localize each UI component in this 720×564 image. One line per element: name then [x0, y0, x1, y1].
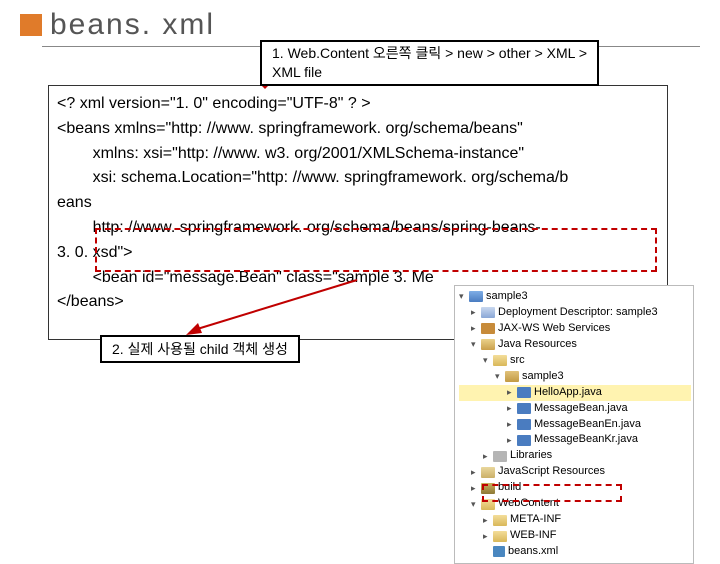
project-explorer: ▾sample3 ▸Deployment Descriptor: sample3…: [454, 285, 694, 564]
tree-item[interactable]: ▸MessageBean.java: [459, 401, 691, 417]
tree-item[interactable]: ▾src: [459, 353, 691, 369]
tree-item[interactable]: ▸JAX-WS Web Services: [459, 321, 691, 337]
tree-label: build: [498, 480, 521, 496]
callout-step-1: 1. Web.Content 오른쪽 클릭 > new > other > XM…: [260, 40, 599, 86]
tree-label: HelloApp.java: [534, 385, 602, 401]
callout-1-line-2: XML file: [272, 63, 587, 82]
tree-label: MessageBeanEn.java: [534, 417, 641, 433]
tree-item[interactable]: ▸MessageBeanKr.java: [459, 432, 691, 448]
tree-item[interactable]: ▾Java Resources: [459, 337, 691, 353]
tree-item[interactable]: ▾WebContent: [459, 496, 691, 512]
title-accent: [20, 14, 42, 36]
callout-step-2: 2. 실제 사용될 child 객체 생성: [100, 335, 300, 363]
tree-label: Java Resources: [498, 337, 577, 353]
tree-label: sample3: [522, 369, 564, 385]
tree-label: JAX-WS Web Services: [498, 321, 610, 337]
tree-item[interactable]: ▸HelloApp.java: [459, 385, 691, 401]
tree-item[interactable]: ▸WEB-INF: [459, 528, 691, 544]
highlight-schema-location: [95, 228, 657, 272]
tree-item[interactable]: ▸Libraries: [459, 448, 691, 464]
tree-label: META-INF: [510, 512, 561, 528]
tree-item[interactable]: ▾sample3: [459, 369, 691, 385]
tree-project[interactable]: ▾sample3: [459, 289, 691, 305]
tree-label: Deployment Descriptor: sample3: [498, 305, 658, 321]
slide-title: beans. xml: [50, 8, 215, 42]
tree-label: MessageBean.java: [534, 401, 628, 417]
tree-label: beans.xml: [508, 544, 558, 560]
slide-title-row: beans. xml: [0, 0, 720, 44]
tree-label: sample3: [486, 289, 528, 305]
tree-item[interactable]: ▸build: [459, 480, 691, 496]
tree-label: src: [510, 353, 525, 369]
callout-1-line-1: 1. Web.Content 오른쪽 클릭 > new > other > XM…: [272, 44, 587, 63]
tree-item[interactable]: ▸META-INF: [459, 512, 691, 528]
tree-item[interactable]: ▸Deployment Descriptor: sample3: [459, 305, 691, 321]
tree-label: JavaScript Resources: [498, 464, 605, 480]
tree-label: MessageBeanKr.java: [534, 432, 638, 448]
tree-item[interactable]: ▸MessageBeanEn.java: [459, 417, 691, 433]
tree-item[interactable]: ▸JavaScript Resources: [459, 464, 691, 480]
tree-label: WebContent: [498, 496, 559, 512]
tree-item-beans-xml[interactable]: beans.xml: [459, 544, 691, 560]
tree-label: WEB-INF: [510, 528, 556, 544]
tree-label: Libraries: [510, 448, 552, 464]
